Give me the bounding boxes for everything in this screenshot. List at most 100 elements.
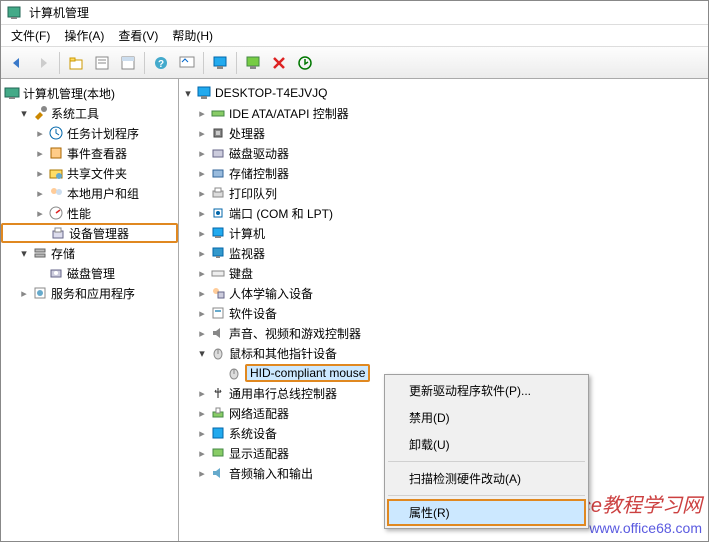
tree-label: 系统工具	[51, 105, 99, 122]
uninstall-button[interactable]	[267, 51, 291, 75]
back-button[interactable]	[5, 51, 29, 75]
twisty-blank	[33, 266, 47, 280]
twisty-icon[interactable]	[17, 106, 31, 120]
device-category[interactable]: 磁盘驱动器	[179, 143, 708, 163]
twisty-icon[interactable]	[33, 146, 47, 160]
ctx-properties[interactable]: 属性(R)	[387, 499, 586, 526]
twisty-icon[interactable]	[195, 446, 209, 460]
twisty-icon[interactable]	[195, 466, 209, 480]
twisty-icon[interactable]	[195, 426, 209, 440]
device-category[interactable]: 打印队列	[179, 183, 708, 203]
device-category[interactable]: IDE ATA/ATAPI 控制器	[179, 103, 708, 123]
ctx-uninstall[interactable]: 卸载(U)	[387, 431, 586, 458]
tree-disk-mgmt[interactable]: 磁盘管理	[1, 263, 178, 283]
twisty-icon[interactable]	[195, 126, 209, 140]
device-category[interactable]: 计算机	[179, 223, 708, 243]
tree-shared-folders[interactable]: 共享文件夹	[1, 163, 178, 183]
twisty-icon[interactable]	[195, 326, 209, 340]
monitor-button[interactable]	[208, 51, 232, 75]
category-icon	[210, 325, 226, 341]
device-category[interactable]: 键盘	[179, 263, 708, 283]
tools-icon	[32, 105, 48, 121]
forward-button[interactable]	[31, 51, 55, 75]
scan-button[interactable]	[241, 51, 265, 75]
tree-label: 网络适配器	[229, 405, 289, 422]
twisty-icon[interactable]	[195, 226, 209, 240]
menu-view[interactable]: 查看(V)	[112, 25, 164, 46]
app-icon	[6, 5, 22, 21]
tree-label: 监视器	[229, 245, 265, 262]
tree-label: DESKTOP-T4EJVJQ	[215, 86, 327, 100]
twisty-icon[interactable]	[195, 246, 209, 260]
category-icon	[210, 125, 226, 141]
twisty-icon[interactable]	[33, 166, 47, 180]
twisty-icon[interactable]	[195, 186, 209, 200]
device-category[interactable]: 声音、视频和游戏控制器	[179, 323, 708, 343]
menu-help[interactable]: 帮助(H)	[166, 25, 219, 46]
device-tree-root[interactable]: DESKTOP-T4EJVJQ	[179, 83, 708, 103]
up-button[interactable]	[64, 51, 88, 75]
twisty-icon[interactable]	[195, 206, 209, 220]
twisty-icon[interactable]	[33, 126, 47, 140]
category-icon	[210, 105, 226, 121]
category-icon	[210, 145, 226, 161]
twisty-icon[interactable]	[195, 346, 209, 360]
device-category[interactable]: 监视器	[179, 243, 708, 263]
tree-services-apps[interactable]: 服务和应用程序	[1, 283, 178, 303]
ctx-scan-hardware[interactable]: 扫描检测硬件改动(A)	[387, 465, 586, 492]
tree-storage[interactable]: 存储	[1, 243, 178, 263]
twisty-icon[interactable]	[195, 306, 209, 320]
twisty-icon[interactable]	[195, 106, 209, 120]
twisty-icon[interactable]	[195, 386, 209, 400]
device-category[interactable]: 鼠标和其他指针设备	[179, 343, 708, 363]
properties-button[interactable]	[116, 51, 140, 75]
tree-system-tools[interactable]: 系统工具	[1, 103, 178, 123]
help-button[interactable]: ?	[149, 51, 173, 75]
category-icon	[210, 185, 226, 201]
update-driver-button[interactable]	[293, 51, 317, 75]
twisty-icon[interactable]	[17, 246, 31, 260]
tree-label: IDE ATA/ATAPI 控制器	[229, 105, 349, 122]
tree-device-manager[interactable]: 设备管理器	[1, 223, 178, 243]
toolbar-sep-2	[144, 52, 145, 74]
tree-label: 共享文件夹	[67, 165, 127, 182]
device-category[interactable]: 人体学输入设备	[179, 283, 708, 303]
twisty-icon[interactable]	[181, 86, 195, 100]
category-icon	[210, 465, 226, 481]
storage-icon	[32, 245, 48, 261]
ctx-disable[interactable]: 禁用(D)	[387, 404, 586, 431]
twisty-icon[interactable]	[195, 286, 209, 300]
menu-action[interactable]: 操作(A)	[58, 25, 110, 46]
tree-event-viewer[interactable]: 事件查看器	[1, 143, 178, 163]
device-category[interactable]: 处理器	[179, 123, 708, 143]
show-console-button[interactable]	[90, 51, 114, 75]
twisty-icon[interactable]	[195, 146, 209, 160]
twisty-blank	[211, 366, 225, 380]
menu-file[interactable]: 文件(F)	[5, 25, 56, 46]
twisty-icon[interactable]	[33, 186, 47, 200]
twisty-icon[interactable]	[17, 286, 31, 300]
tree-label: 处理器	[229, 125, 265, 142]
tree-label: 存储控制器	[229, 165, 289, 182]
category-icon	[210, 285, 226, 301]
tree-performance[interactable]: 性能	[1, 203, 178, 223]
twisty-icon[interactable]	[195, 266, 209, 280]
tree-label: 存储	[51, 245, 75, 262]
ctx-sep	[388, 461, 585, 462]
menubar: 文件(F) 操作(A) 查看(V) 帮助(H)	[1, 25, 708, 47]
window-title: 计算机管理	[29, 4, 89, 21]
twisty-icon[interactable]	[33, 206, 47, 220]
tree-local-users[interactable]: 本地用户和组	[1, 183, 178, 203]
tree-task-scheduler[interactable]: 任务计划程序	[1, 123, 178, 143]
category-icon	[210, 385, 226, 401]
device-category[interactable]: 端口 (COM 和 LPT)	[179, 203, 708, 223]
device-category[interactable]: 存储控制器	[179, 163, 708, 183]
device-category[interactable]: 软件设备	[179, 303, 708, 323]
refresh-button[interactable]	[175, 51, 199, 75]
tree-root[interactable]: 计算机管理(本地)	[1, 83, 178, 103]
twisty-icon[interactable]	[195, 166, 209, 180]
ctx-sep-2	[388, 495, 585, 496]
ctx-update-driver[interactable]: 更新驱动程序软件(P)...	[387, 377, 586, 404]
tree-label: 磁盘管理	[67, 265, 115, 282]
twisty-icon[interactable]	[195, 406, 209, 420]
